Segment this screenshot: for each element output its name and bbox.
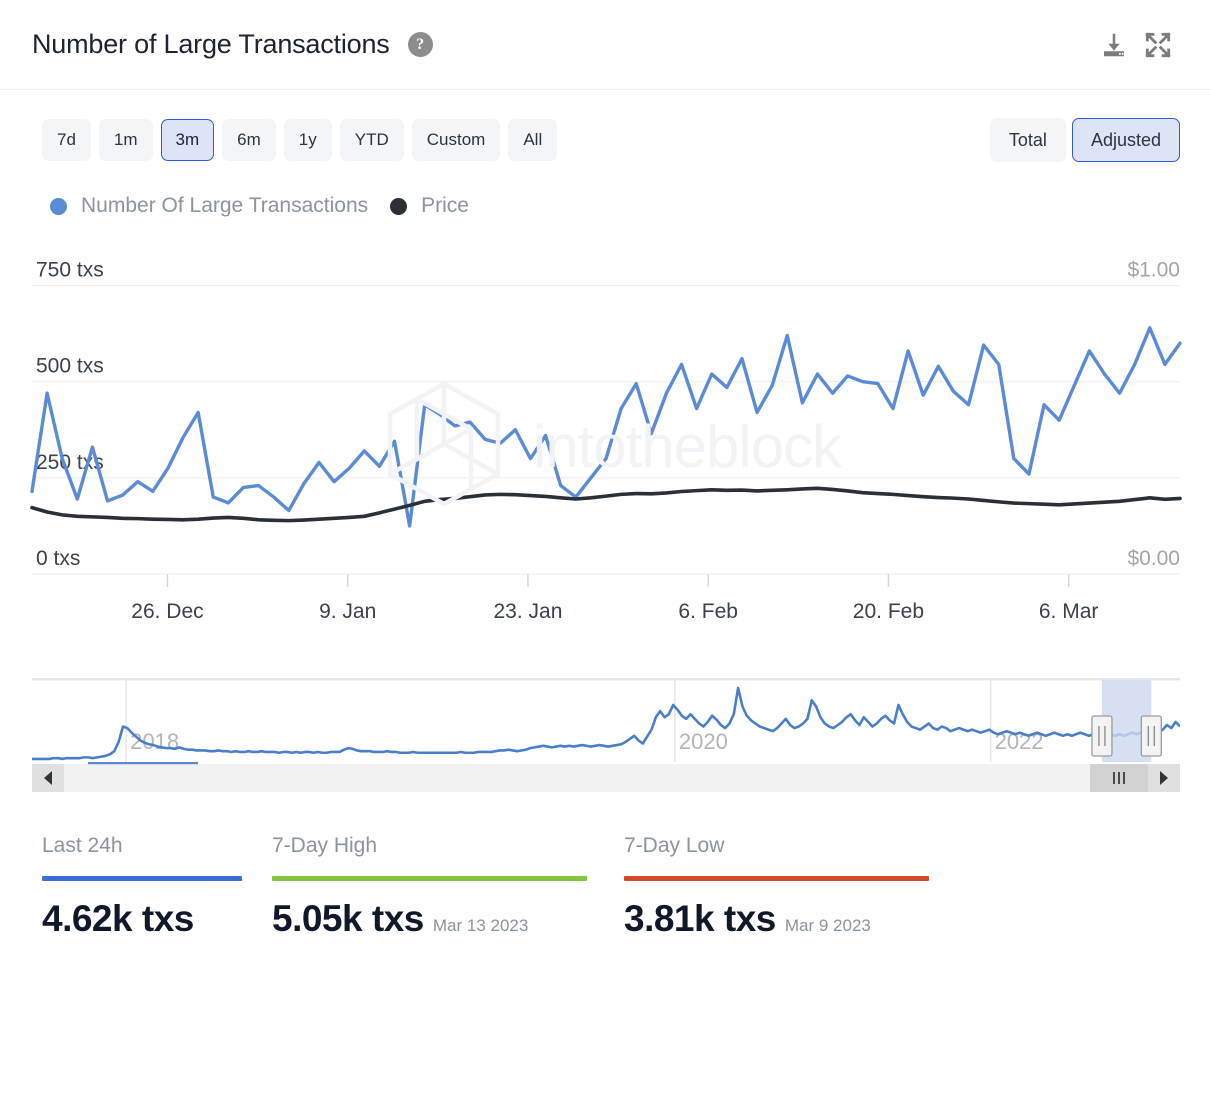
stat-card-0: Last 24h 4.62k txs (42, 834, 272, 940)
series-line-1 (32, 488, 1180, 520)
y-axis-left-tick: 750 txs (36, 259, 104, 282)
navigator-year-label: 2020 (679, 729, 728, 754)
range-button-6m[interactable]: 6m (222, 119, 276, 161)
range-button-3m[interactable]: 3m (161, 119, 215, 161)
stat-body: 4.62k txs (42, 898, 272, 940)
stat-card-2: 7-Day Low 3.81k txs Mar 9 2023 (624, 834, 930, 940)
x-axis-tick-label: 6. Feb (678, 600, 738, 623)
x-axis-tick-label: 26. Dec (131, 600, 203, 623)
chart-legend: Number Of Large Transactions Price (0, 162, 1210, 218)
y-axis-right-tick: $1.00 (1127, 259, 1180, 282)
stat-date: Mar 9 2023 (785, 916, 871, 936)
page-title: Number of Large Transactions (32, 29, 390, 60)
scrollbar-thumb[interactable] (1090, 764, 1148, 792)
stat-body: 3.81k txs Mar 9 2023 (624, 898, 930, 940)
chart-controls: 7d1m3m6m1yYTDCustomAll TotalAdjusted (0, 90, 1210, 162)
range-button-custom[interactable]: Custom (412, 119, 501, 161)
navigator-year-label: 2018 (130, 729, 179, 754)
question-circle-icon[interactable]: ? (408, 32, 433, 57)
scrollbar-series-hint (88, 762, 198, 764)
stat-rule (624, 876, 929, 881)
stat-rule (42, 876, 242, 881)
y-axis-right-tick: $0.00 (1127, 547, 1180, 570)
stat-label: 7-Day High (272, 834, 624, 858)
stat-label: 7-Day Low (624, 834, 930, 858)
scrollbar-left-arrow-button[interactable] (32, 764, 64, 792)
expand-icon (1142, 29, 1174, 61)
mode-toggle-group: TotalAdjusted (990, 118, 1180, 162)
range-button-1y[interactable]: 1y (284, 119, 332, 161)
y-axis-left-tick: 0 txs (36, 547, 80, 570)
stat-value: 5.05k txs (272, 898, 424, 940)
mode-button-adjusted[interactable]: Adjusted (1072, 118, 1180, 162)
range-button-ytd[interactable]: YTD (340, 119, 404, 161)
stat-label: Last 24h (42, 834, 272, 858)
legend-dot-icon (390, 198, 407, 215)
legend-item-1[interactable]: Price (390, 194, 469, 218)
scrollbar-track[interactable] (32, 764, 1180, 792)
stats-row: Last 24h 4.62k txs 7-Day High 5.05k txs Mar … (0, 792, 1210, 940)
stat-body: 5.05k txs Mar 13 2023 (272, 898, 624, 940)
x-axis-tick-label: 9. Jan (319, 600, 376, 623)
legend-dot-icon (50, 198, 67, 215)
chart-navigator[interactable]: 201820202022 (32, 672, 1180, 792)
stat-card-1: 7-Day High 5.05k txs Mar 13 2023 (272, 834, 624, 940)
navigator-handle-right[interactable] (1141, 716, 1161, 756)
expand-button[interactable] (1136, 23, 1180, 67)
legend-label: Price (421, 194, 469, 218)
range-button-1m[interactable]: 1m (99, 119, 153, 161)
navigator-svg[interactable]: 201820202022 (32, 672, 1180, 792)
stat-value: 4.62k txs (42, 898, 194, 940)
card-header: Number of Large Transactions ? (0, 0, 1210, 90)
range-button-all[interactable]: All (508, 119, 557, 161)
download-icon (1099, 30, 1129, 60)
stat-date: Mar 13 2023 (433, 916, 528, 936)
scrollbar-right-arrow-button[interactable] (1148, 764, 1180, 792)
time-range-group: 7d1m3m6m1yYTDCustomAll (42, 119, 557, 161)
range-button-7d[interactable]: 7d (42, 119, 91, 161)
legend-item-0[interactable]: Number Of Large Transactions (50, 194, 368, 218)
x-axis-tick-label: 23. Jan (493, 600, 562, 623)
y-axis-left-tick: 500 txs (36, 355, 104, 378)
download-button[interactable] (1092, 23, 1136, 67)
navigator-handle-left[interactable] (1092, 716, 1112, 756)
navigator-top-border (32, 678, 1180, 680)
chart-card: Number of Large Transactions ? (0, 0, 1210, 1102)
stat-rule (272, 876, 587, 881)
x-axis-tick-label: 20. Feb (853, 600, 924, 623)
legend-label: Number Of Large Transactions (81, 194, 368, 218)
x-axis-tick-label: 6. Mar (1039, 600, 1099, 623)
main-chart[interactable]: 0 txs250 txs500 txs750 txs$0.00$1.0026. … (0, 236, 1210, 656)
mode-button-total[interactable]: Total (990, 118, 1066, 162)
stat-value: 3.81k txs (624, 898, 776, 940)
chart-plot-area: intotheblock 0 txs250 txs500 txs750 txs$… (0, 236, 1210, 656)
